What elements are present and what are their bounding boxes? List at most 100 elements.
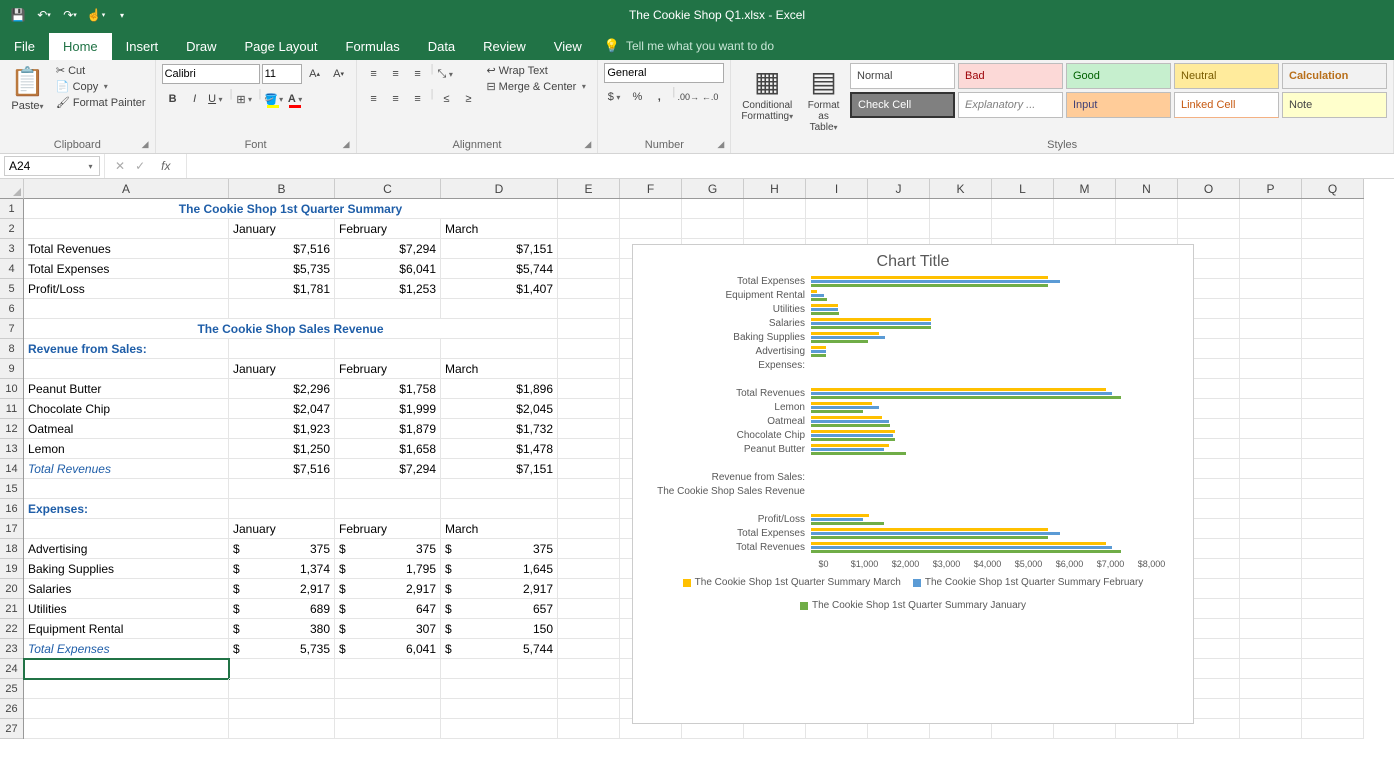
- cell-P8[interactable]: [1240, 339, 1302, 359]
- col-header-H[interactable]: H: [744, 179, 806, 198]
- cell-C4[interactable]: $6,041: [335, 259, 441, 279]
- cell-B20[interactable]: $2,917: [229, 579, 335, 599]
- cell-J1[interactable]: [868, 199, 930, 219]
- cell-P1[interactable]: [1240, 199, 1302, 219]
- style-bad[interactable]: Bad: [958, 63, 1063, 89]
- cell-G1[interactable]: [682, 199, 744, 219]
- merge-center-button[interactable]: ⊟Merge & Center▾: [483, 79, 591, 94]
- cell-P24[interactable]: [1240, 659, 1302, 679]
- cell-P25[interactable]: [1240, 679, 1302, 699]
- row-header-24[interactable]: 24: [0, 659, 23, 679]
- cell-D14[interactable]: $7,151: [441, 459, 558, 479]
- cell-C6[interactable]: [335, 299, 441, 319]
- cell-P6[interactable]: [1240, 299, 1302, 319]
- select-all-corner[interactable]: [0, 179, 24, 199]
- cell-K2[interactable]: [930, 219, 992, 239]
- worksheet-grid[interactable]: ABCDEFGHIJKLMNOPQ 1234567891011121314151…: [0, 179, 1394, 764]
- font-color-button[interactable]: A▾: [285, 88, 307, 110]
- cell-Q8[interactable]: [1302, 339, 1364, 359]
- cell-D24[interactable]: [441, 659, 558, 679]
- cell-D6[interactable]: [441, 299, 558, 319]
- cell-D23[interactable]: $5,744: [441, 639, 558, 659]
- style-calculation[interactable]: Calculation: [1282, 63, 1387, 89]
- touchmode-icon[interactable]: ☝▾: [84, 3, 108, 27]
- row-header-6[interactable]: 6: [0, 299, 23, 319]
- cell-B8[interactable]: [229, 339, 335, 359]
- cell-E11[interactable]: [558, 399, 620, 419]
- cell-C19[interactable]: $1,795: [335, 559, 441, 579]
- cell-E18[interactable]: [558, 539, 620, 559]
- cell-E6[interactable]: [558, 299, 620, 319]
- col-header-M[interactable]: M: [1054, 179, 1116, 198]
- dialog-launcher-icon[interactable]: ◢: [584, 139, 591, 150]
- cell-C13[interactable]: $1,658: [335, 439, 441, 459]
- style-neutral[interactable]: Neutral: [1174, 63, 1279, 89]
- cell-Q15[interactable]: [1302, 479, 1364, 499]
- decrease-indent-button[interactable]: ≤: [435, 88, 457, 110]
- cell-P4[interactable]: [1240, 259, 1302, 279]
- cell-B25[interactable]: [229, 679, 335, 699]
- cell-C5[interactable]: $1,253: [335, 279, 441, 299]
- save-icon[interactable]: 💾: [6, 3, 30, 27]
- cell-Q20[interactable]: [1302, 579, 1364, 599]
- row-header-4[interactable]: 4: [0, 259, 23, 279]
- cell-C11[interactable]: $1,999: [335, 399, 441, 419]
- row-header-27[interactable]: 27: [0, 719, 23, 739]
- tab-file[interactable]: File: [0, 33, 49, 60]
- tab-draw[interactable]: Draw: [172, 33, 230, 60]
- row-header-25[interactable]: 25: [0, 679, 23, 699]
- cell-P23[interactable]: [1240, 639, 1302, 659]
- cell-D22[interactable]: $150: [441, 619, 558, 639]
- percent-format-button[interactable]: %: [626, 86, 648, 108]
- dialog-launcher-icon[interactable]: ◢: [142, 139, 149, 150]
- cell-A6[interactable]: [24, 299, 229, 319]
- cell-A11[interactable]: Chocolate Chip: [24, 399, 229, 419]
- comma-format-button[interactable]: ,: [648, 86, 670, 108]
- cell-N2[interactable]: [1116, 219, 1178, 239]
- cell-Q5[interactable]: [1302, 279, 1364, 299]
- format-painter-button[interactable]: 🖌Format Painter: [53, 95, 149, 110]
- cell-B3[interactable]: $7,516: [229, 239, 335, 259]
- cell-Q19[interactable]: [1302, 559, 1364, 579]
- col-header-L[interactable]: L: [992, 179, 1054, 198]
- cell-B13[interactable]: $1,250: [229, 439, 335, 459]
- cell-E7[interactable]: [558, 319, 620, 339]
- cell-P16[interactable]: [1240, 499, 1302, 519]
- cell-H1[interactable]: [744, 199, 806, 219]
- cell-B11[interactable]: $2,047: [229, 399, 335, 419]
- cell-I1[interactable]: [806, 199, 868, 219]
- cell-E19[interactable]: [558, 559, 620, 579]
- cell-K1[interactable]: [930, 199, 992, 219]
- cell-B2[interactable]: January: [229, 219, 335, 239]
- cell-E16[interactable]: [558, 499, 620, 519]
- cell-B21[interactable]: $689: [229, 599, 335, 619]
- cell-C12[interactable]: $1,879: [335, 419, 441, 439]
- cell-A12[interactable]: Oatmeal: [24, 419, 229, 439]
- col-header-F[interactable]: F: [620, 179, 682, 198]
- col-header-P[interactable]: P: [1240, 179, 1302, 198]
- cell-C15[interactable]: [335, 479, 441, 499]
- row-header-1[interactable]: 1: [0, 199, 23, 219]
- row-header-16[interactable]: 16: [0, 499, 23, 519]
- fill-color-button[interactable]: 🪣▾: [263, 88, 285, 110]
- row-header-2[interactable]: 2: [0, 219, 23, 239]
- cell-A9[interactable]: [24, 359, 229, 379]
- align-center-button[interactable]: ≡: [385, 88, 407, 110]
- row-header-13[interactable]: 13: [0, 439, 23, 459]
- cell-D13[interactable]: $1,478: [441, 439, 558, 459]
- align-middle-button[interactable]: ≡: [385, 63, 407, 85]
- cell-D8[interactable]: [441, 339, 558, 359]
- row-header-12[interactable]: 12: [0, 419, 23, 439]
- cell-D21[interactable]: $657: [441, 599, 558, 619]
- name-box[interactable]: A24▾: [4, 156, 100, 176]
- row-header-18[interactable]: 18: [0, 539, 23, 559]
- cell-E8[interactable]: [558, 339, 620, 359]
- customize-qat-icon[interactable]: ▾: [110, 3, 134, 27]
- cell-C20[interactable]: $2,917: [335, 579, 441, 599]
- cell-A26[interactable]: [24, 699, 229, 719]
- cell-E22[interactable]: [558, 619, 620, 639]
- conditional-formatting-button[interactable]: ▦ ConditionalFormatting▾: [737, 63, 797, 124]
- cell-A14[interactable]: Total Revenues: [24, 459, 229, 479]
- cell-B22[interactable]: $380: [229, 619, 335, 639]
- cell-B14[interactable]: $7,516: [229, 459, 335, 479]
